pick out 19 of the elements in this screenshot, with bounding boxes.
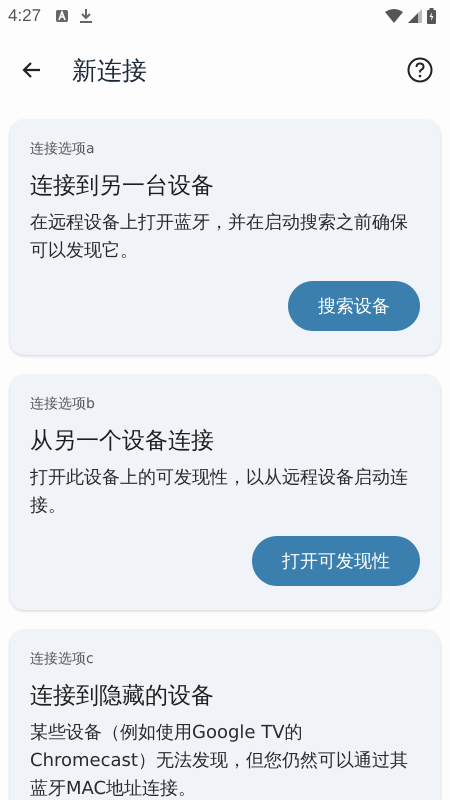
battery-icon [427, 8, 436, 24]
action-button[interactable]: 打开可发现性 [252, 536, 420, 586]
signal-icon [408, 9, 422, 23]
option-title: 连接到隐藏的设备 [30, 682, 215, 711]
app-notification-icon [55, 9, 70, 23]
wifi-icon [385, 9, 403, 23]
option-description: 在远程设备上打开蓝牙，并在启动搜索之前确保可以发现它。 [30, 211, 409, 263]
download-icon [79, 8, 94, 24]
help-icon [406, 56, 434, 84]
option-label: 连接选项b [30, 395, 96, 413]
option-title: 从另一个设备连接 [30, 427, 215, 456]
option-label: 连接选项a [30, 140, 96, 158]
action-button[interactable]: 搜索设备 [288, 281, 420, 331]
option-description: 打开此设备上的可发现性，以从远程设备启动连接。 [30, 466, 409, 518]
option-description: 某些设备（例如使用Google TV的Chromecast）无法发现，但您仍然可以通过其蓝牙MAC地址连接。 [30, 721, 409, 800]
screen-title: 新连接 [72, 54, 147, 86]
option-label: 连接选项c [30, 650, 95, 668]
option-title: 连接到另一台设备 [30, 172, 215, 201]
status-time: 4:27 [8, 6, 42, 26]
